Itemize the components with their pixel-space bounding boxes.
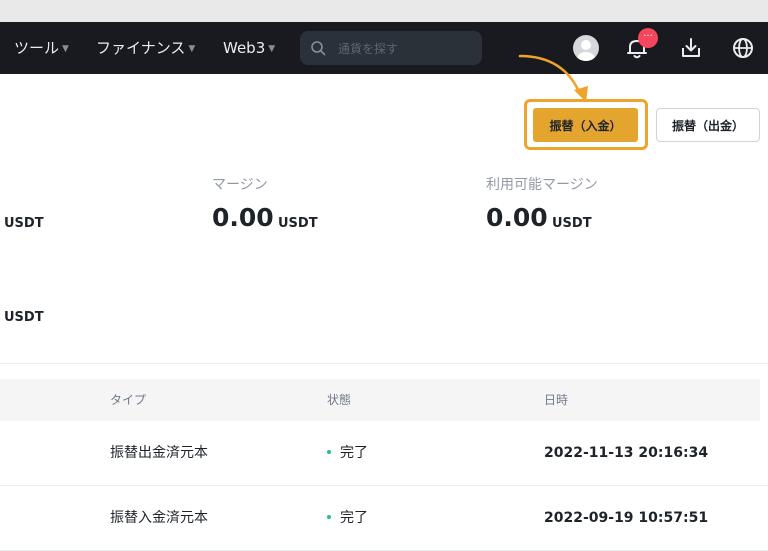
row-status: 完了 — [327, 421, 368, 485]
transfer-withdraw-button[interactable]: 振替（出金） — [656, 108, 760, 142]
column-header-status: 状態 — [327, 393, 352, 407]
transfer-deposit-button[interactable]: 振替（入金） — [533, 108, 638, 142]
table-header: タイプ 状態 日時 — [0, 379, 760, 421]
available-margin-label: 利用可能マージン — [486, 177, 598, 193]
table-row: 振替入金済元本 完了 2022-09-19 10:57:51 — [0, 486, 768, 550]
search-icon — [311, 41, 326, 56]
app-frame: ツール▼ ファイナンス▼ Web3▼ ··· — [0, 22, 768, 551]
margin-unit: USDT — [278, 216, 318, 231]
top-nav: ツール▼ ファイナンス▼ Web3▼ ··· — [0, 22, 768, 74]
balance-unit: USDT — [4, 216, 44, 231]
column-header-type: タイプ — [110, 393, 147, 407]
row-datetime: 2022-11-13 20:16:34 — [544, 445, 709, 461]
section-divider — [0, 363, 768, 364]
search-input[interactable] — [336, 31, 480, 67]
margin-label: マージン — [212, 177, 268, 193]
arrow-annotation-icon — [518, 54, 588, 102]
row-status-text: 完了 — [340, 445, 368, 461]
notification-badge: ··· — [638, 28, 658, 48]
search-box[interactable] — [300, 31, 482, 67]
table-row: 振替出金済元本 完了 2022-11-13 20:16:34 — [0, 421, 768, 485]
row-datetime: 2022-09-19 10:57:51 — [544, 510, 709, 526]
row-status: 完了 — [327, 486, 368, 550]
balance-unit: USDT — [4, 310, 44, 325]
caret-down-icon: ▼ — [188, 44, 196, 54]
row-type: 振替出金済元本 — [110, 445, 208, 461]
caret-down-icon: ▼ — [268, 44, 276, 54]
status-dot-icon — [327, 515, 331, 519]
row-type: 振替入金済元本 — [110, 510, 208, 526]
status-dot-icon — [327, 450, 331, 454]
nav-item-web3[interactable]: Web3 ▼ — [223, 22, 275, 74]
nav-item-finance[interactable]: ファイナンス ▼ — [96, 22, 195, 74]
available-margin-value: 0.00 — [486, 203, 548, 232]
available-margin-unit: USDT — [552, 216, 592, 231]
row-status-text: 完了 — [340, 510, 368, 526]
caret-down-icon: ▼ — [62, 44, 69, 54]
globe-icon[interactable] — [730, 35, 756, 61]
nav-item-label: ツール — [14, 39, 60, 57]
download-icon[interactable] — [678, 35, 704, 61]
margin-value: 0.00 — [212, 203, 274, 232]
nav-item-label: ファイナンス — [96, 39, 186, 57]
nav-item-tools[interactable]: ツール ▼ — [14, 22, 69, 74]
column-header-datetime: 日時 — [544, 393, 569, 407]
nav-item-label: Web3 — [223, 39, 266, 57]
